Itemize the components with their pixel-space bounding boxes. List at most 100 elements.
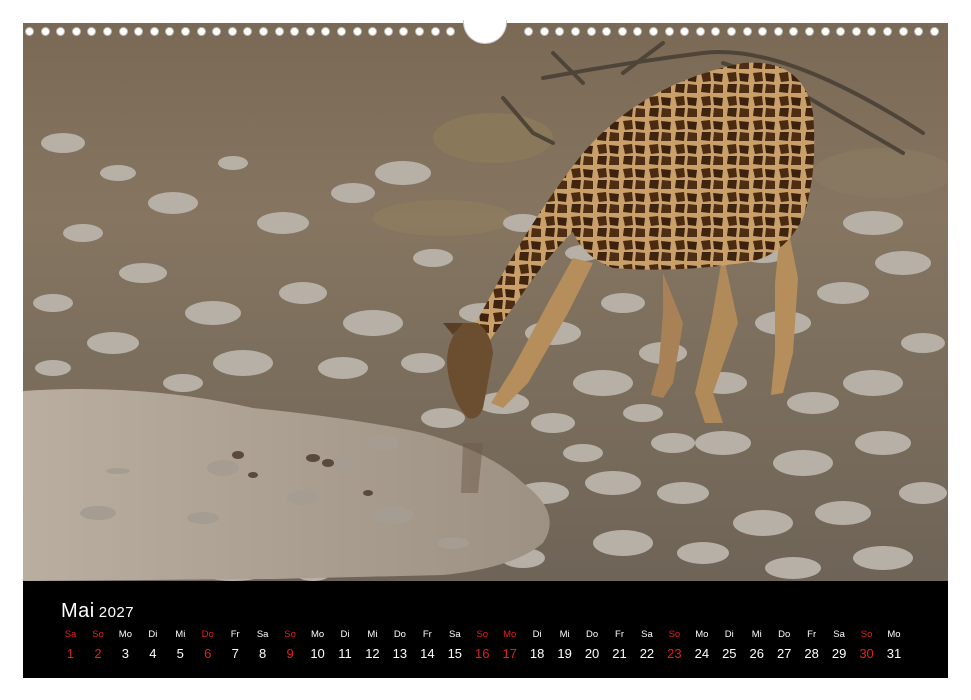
day-number: 30 bbox=[859, 646, 874, 661]
weekday-label: Mo bbox=[503, 629, 517, 640]
binding-hole bbox=[898, 27, 908, 36]
day-cell: So 30 bbox=[853, 629, 880, 664]
binding-hole bbox=[243, 27, 253, 36]
day-number: 21 bbox=[612, 646, 627, 661]
binding-hole bbox=[430, 27, 440, 36]
day-cell: So 2 bbox=[84, 629, 111, 664]
day-number: 18 bbox=[529, 646, 545, 661]
weekday-label: Mi bbox=[559, 629, 570, 640]
day-cell: Sa 22 bbox=[633, 629, 660, 664]
binding-hole bbox=[415, 27, 424, 36]
weekday-label: Di bbox=[340, 629, 350, 640]
binding-hole bbox=[56, 27, 66, 36]
weekday-label: Sa bbox=[64, 629, 77, 640]
calendar-bar: Mai 2027 Sa 1 So 2 Mo 3 Di 4 Mi 5 Do 6 Fr 7 Sa 8 So 9 Mo 10 D… bbox=[23, 581, 948, 678]
binding-hole bbox=[617, 27, 627, 36]
binding-hole bbox=[571, 27, 580, 36]
day-cell: Mo 17 bbox=[496, 629, 523, 664]
binding-hole bbox=[602, 27, 612, 36]
weekday-label: Mi bbox=[175, 629, 186, 640]
binding-hole bbox=[867, 27, 877, 36]
day-number: 27 bbox=[776, 646, 792, 661]
binding-hole bbox=[680, 27, 690, 36]
day-number: 10 bbox=[310, 646, 325, 661]
binding-hole bbox=[524, 27, 534, 36]
binding-hole bbox=[851, 27, 861, 36]
binding-hole bbox=[321, 27, 331, 36]
day-cell: Sa 29 bbox=[826, 629, 853, 664]
binding-hole bbox=[586, 27, 596, 36]
weekday-label: Di bbox=[532, 629, 542, 640]
day-number: 3 bbox=[121, 646, 129, 661]
binding-hole bbox=[649, 27, 658, 36]
month-name: Mai bbox=[61, 600, 95, 622]
day-number: 23 bbox=[667, 646, 682, 661]
binding-hole bbox=[399, 27, 409, 36]
binding-hole bbox=[118, 27, 128, 36]
day-cell: Di 4 bbox=[139, 629, 166, 664]
weekday-label: Sa bbox=[256, 629, 269, 640]
weekday-label: Fr bbox=[615, 629, 624, 640]
weekday-label: Do bbox=[393, 629, 406, 640]
binding-hole bbox=[25, 27, 34, 36]
day-cell: Mi 19 bbox=[551, 629, 578, 664]
day-number: 24 bbox=[694, 646, 710, 661]
binding-hole bbox=[805, 27, 814, 36]
day-cell: Fr 21 bbox=[606, 629, 633, 664]
month-title: Mai 2027 bbox=[61, 600, 134, 623]
weekday-label: Mo bbox=[887, 629, 901, 640]
weekday-label: Mo bbox=[118, 629, 132, 640]
day-number: 12 bbox=[365, 646, 380, 661]
weekday-label: So bbox=[860, 629, 873, 640]
weekday-label: Sa bbox=[833, 629, 845, 640]
binding-hole bbox=[181, 27, 190, 36]
binding-hole bbox=[352, 27, 362, 36]
weekday-label: Do bbox=[778, 629, 791, 640]
calendar-page: Mai 2027 Sa 1 So 2 Mo 3 Di 4 Mi 5 Do 6 Fr 7 Sa 8 So 9 Mo 10 D… bbox=[23, 23, 948, 678]
weekday-label: Do bbox=[201, 629, 214, 640]
binding-hole bbox=[196, 27, 206, 36]
binding-hole bbox=[40, 27, 50, 36]
binding-hole bbox=[742, 27, 752, 36]
binding-hole bbox=[820, 27, 830, 36]
day-number: 15 bbox=[447, 646, 463, 661]
weekday-label: Mi bbox=[751, 629, 762, 640]
day-cell: Fr 14 bbox=[414, 629, 441, 664]
binding-hole bbox=[883, 27, 892, 36]
day-cell: Di 25 bbox=[716, 629, 743, 664]
weekday-label: Fr bbox=[230, 629, 240, 640]
day-cell: Fr 28 bbox=[798, 629, 825, 664]
giraffe-photo bbox=[23, 23, 948, 581]
day-number: 19 bbox=[557, 646, 572, 661]
day-grid: Sa 1 So 2 Mo 3 Di 4 Mi 5 Do 6 Fr 7 Sa 8 So 9 Mo 10 Di 11 Mi 12 D… bbox=[57, 629, 937, 669]
weekday-label: Mo bbox=[695, 629, 709, 640]
weekday-label: Fr bbox=[807, 629, 817, 640]
day-number: 25 bbox=[722, 646, 737, 661]
day-number: 26 bbox=[749, 646, 764, 661]
binding-hole bbox=[727, 27, 736, 36]
day-cell: Mo 10 bbox=[304, 629, 331, 664]
binding-hole bbox=[773, 27, 783, 36]
day-number: 1 bbox=[66, 646, 75, 661]
month-year: 2027 bbox=[98, 604, 135, 621]
weekday-label: So bbox=[668, 629, 681, 640]
weekday-label: So bbox=[476, 629, 489, 640]
binding-hole bbox=[305, 27, 315, 36]
binding-hole bbox=[929, 27, 939, 36]
binding-hole bbox=[446, 27, 456, 36]
day-cell: Mo 3 bbox=[112, 629, 139, 664]
day-number: 11 bbox=[338, 646, 352, 661]
day-cell: Sa 15 bbox=[441, 629, 468, 664]
binding-hole bbox=[383, 27, 393, 36]
day-number: 5 bbox=[176, 646, 184, 661]
binding-hole bbox=[789, 27, 799, 36]
day-number: 20 bbox=[584, 646, 600, 661]
binding-hole bbox=[836, 27, 846, 36]
day-number: 29 bbox=[831, 646, 847, 661]
binding-hole bbox=[134, 27, 144, 36]
day-number: 17 bbox=[502, 646, 517, 661]
day-cell: Mi 5 bbox=[167, 629, 194, 664]
day-cell: Sa 8 bbox=[249, 629, 276, 664]
day-number: 7 bbox=[231, 646, 239, 661]
binding-hole bbox=[259, 27, 268, 36]
